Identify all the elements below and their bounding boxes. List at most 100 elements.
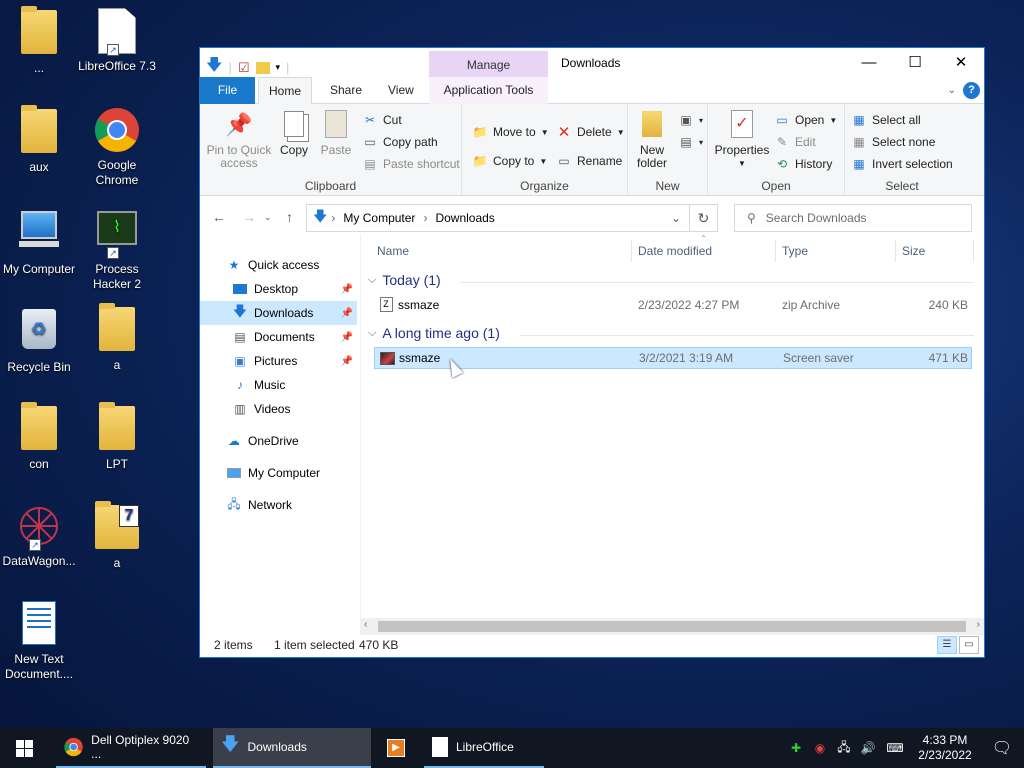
properties-button[interactable]: ✓ Properties ▼ bbox=[714, 108, 770, 170]
videos-icon: ▥ bbox=[234, 402, 246, 416]
tab-view[interactable]: View bbox=[378, 77, 424, 104]
desktop-icon-a[interactable]: a bbox=[78, 303, 156, 373]
sort-chevron-icon: ⌃ bbox=[700, 234, 707, 243]
scroll-right-arrow-icon[interactable]: › bbox=[977, 619, 980, 630]
start-button[interactable] bbox=[0, 728, 48, 768]
cut-button[interactable]: ✂ Cut bbox=[362, 112, 402, 128]
desktop-icon-dots[interactable]: ... bbox=[0, 6, 78, 76]
security-shield-icon[interactable]: ✚ bbox=[784, 741, 808, 755]
desktop-icon-libreoffice[interactable]: ↗ LibreOffice 7.3 bbox=[78, 8, 156, 74]
nav-onedrive[interactable]: ☁ OneDrive bbox=[200, 429, 357, 453]
nav-pictures[interactable]: ▣ Pictures 📌 bbox=[200, 349, 357, 373]
column-header-name[interactable]: Name bbox=[377, 236, 409, 266]
move-to-button[interactable]: 📁 Move to ▼ bbox=[472, 124, 549, 140]
taskbar-libreoffice[interactable]: LibreOffice bbox=[424, 728, 544, 768]
file-row[interactable]: Z ssmaze 2/23/2022 4:27 PM zip Archive 2… bbox=[374, 294, 972, 316]
edit-button[interactable]: ✎ Edit bbox=[774, 134, 816, 150]
desktop-icon-mycomputer[interactable]: My Computer bbox=[0, 207, 78, 277]
column-header-type[interactable]: Type bbox=[782, 236, 808, 266]
title-bar[interactable]: 🡇 | ☑ ▾ | Manage Downloads — ☐ ✕ bbox=[200, 48, 984, 77]
address-bar[interactable]: 🡇 › My Computer › Downloads ⌄ bbox=[306, 204, 690, 232]
search-box[interactable]: ⚲ bbox=[734, 204, 972, 232]
pin-icon[interactable]: 📌 bbox=[341, 308, 353, 319]
nav-documents[interactable]: ▤ Documents 📌 bbox=[200, 325, 357, 349]
group-header-today[interactable]: ⌵ Today (1) bbox=[368, 272, 441, 288]
desktop-icon-processhacker[interactable]: ⌇ ↗ Process Hacker 2 bbox=[78, 207, 156, 292]
tab-application-tools[interactable]: Application Tools bbox=[429, 77, 548, 104]
selection-size: 470 KB bbox=[359, 638, 399, 652]
manage-tab[interactable]: Manage bbox=[429, 51, 548, 77]
search-input[interactable] bbox=[765, 211, 946, 225]
easy-access-button[interactable]: ▤ ▾ bbox=[678, 134, 703, 150]
clock[interactable]: 4:33 PM 2/23/2022 bbox=[910, 733, 980, 763]
new-item-button[interactable]: ▣ ▾ bbox=[678, 112, 703, 128]
select-none-button[interactable]: ▦ Select none bbox=[851, 134, 935, 150]
nav-quick-access[interactable]: ★ Quick access bbox=[200, 253, 357, 277]
select-all-button[interactable]: ▦ Select all bbox=[851, 112, 920, 128]
paste-shortcut-button[interactable]: ▤ Paste shortcut bbox=[362, 156, 459, 172]
pin-icon[interactable]: 📌 bbox=[341, 356, 353, 367]
open-button[interactable]: ▭ Open ▼ bbox=[774, 112, 837, 128]
tab-home[interactable]: Home bbox=[258, 77, 313, 105]
properties-check-icon[interactable]: ☑ bbox=[238, 60, 250, 76]
notifications-icon[interactable]: 🗨 bbox=[980, 738, 1024, 758]
nav-network[interactable]: 🖧 Network bbox=[200, 493, 357, 517]
keyboard-icon[interactable]: ⌨ bbox=[880, 741, 910, 755]
volume-icon[interactable]: 🔊 bbox=[856, 741, 880, 755]
scrollbar-thumb[interactable] bbox=[378, 621, 966, 632]
recent-locations-chevron-icon[interactable]: ⌄ bbox=[264, 212, 272, 223]
chrome-tray-icon[interactable]: ◉ bbox=[808, 741, 832, 755]
large-icons-view-icon[interactable]: ▭ bbox=[959, 636, 979, 654]
breadcrumb-my-computer[interactable]: My Computer bbox=[343, 211, 415, 225]
new-folder-button[interactable]: New folder bbox=[632, 108, 672, 170]
nav-music[interactable]: ♪ Music bbox=[200, 373, 357, 397]
chevron-down-icon[interactable]: ⌄ bbox=[671, 211, 681, 225]
desktop-icon-chrome[interactable]: Google Chrome bbox=[78, 107, 156, 188]
taskbar-media-player[interactable]: ▶ bbox=[378, 728, 414, 768]
copy-button[interactable]: Copy bbox=[276, 108, 312, 157]
column-header-size[interactable]: Size bbox=[902, 236, 925, 266]
pin-icon[interactable]: 📌 bbox=[341, 284, 353, 295]
help-icon[interactable]: ? bbox=[963, 82, 980, 99]
group-header-long-ago[interactable]: ⌵ A long time ago (1) bbox=[368, 325, 500, 341]
minimize-button[interactable]: — bbox=[846, 48, 892, 77]
up-arrow-icon[interactable]: ↑ bbox=[286, 209, 293, 225]
desktop-icon-aux[interactable]: aux bbox=[0, 105, 78, 175]
file-row-selected[interactable]: ssmaze 3/2/2021 3:19 AM Screen saver 471… bbox=[374, 347, 972, 369]
desktop-icon-recyclebin[interactable]: ♻ Recycle Bin bbox=[0, 305, 78, 375]
copy-to-button[interactable]: 📁 Copy to ▼ bbox=[472, 153, 548, 169]
breadcrumb-downloads[interactable]: Downloads bbox=[435, 211, 494, 225]
desktop-icon-newtext[interactable]: New Text Document.... bbox=[0, 601, 78, 682]
history-button[interactable]: ⟲ History bbox=[774, 156, 832, 172]
desktop-icon-con[interactable]: con bbox=[0, 402, 78, 472]
network-tray-icon[interactable]: 🖧 bbox=[832, 738, 856, 759]
nav-downloads[interactable]: 🡇 Downloads 📌 bbox=[200, 301, 357, 325]
forward-arrow-icon[interactable]: → bbox=[242, 209, 256, 225]
desktop-icon-datawagon[interactable]: ↗ DataWagon... bbox=[0, 503, 78, 569]
chevron-down-icon[interactable]: ⌄ bbox=[948, 85, 956, 96]
tab-file[interactable]: File bbox=[200, 77, 255, 104]
pin-icon[interactable]: 📌 bbox=[341, 332, 353, 343]
pin-to-quick-access-button[interactable]: 📌 Pin to Quick access bbox=[206, 108, 272, 170]
tab-share[interactable]: Share bbox=[320, 77, 372, 104]
back-arrow-icon[interactable]: ← bbox=[212, 209, 226, 225]
desktop-icon-lpt[interactable]: LPT bbox=[78, 402, 156, 472]
desktop-icon-a-zip[interactable]: 7 a bbox=[78, 501, 156, 571]
copy-path-button[interactable]: ▭ Copy path bbox=[362, 134, 437, 150]
details-view-icon[interactable]: ☰ bbox=[937, 636, 957, 654]
paste-button[interactable]: Paste bbox=[318, 108, 354, 157]
nav-videos[interactable]: ▥ Videos bbox=[200, 397, 357, 421]
new-folder-icon[interactable] bbox=[255, 61, 270, 74]
taskbar-chrome[interactable]: Dell Optiplex 9020 ... bbox=[56, 728, 206, 768]
maximize-button[interactable]: ☐ bbox=[892, 48, 938, 77]
nav-my-computer[interactable]: My Computer bbox=[200, 461, 357, 485]
invert-selection-button[interactable]: ▦ Invert selection bbox=[851, 156, 952, 172]
refresh-button[interactable]: ↻ bbox=[690, 204, 718, 232]
nav-desktop[interactable]: Desktop 📌 bbox=[200, 277, 357, 301]
scroll-left-arrow-icon[interactable]: ‹ bbox=[364, 619, 367, 630]
rename-button[interactable]: ▭ Rename bbox=[556, 153, 622, 169]
close-button[interactable]: ✕ bbox=[938, 48, 984, 77]
taskbar-explorer-downloads[interactable]: 🡇 Downloads bbox=[213, 728, 371, 768]
delete-button[interactable]: ✕ Delete ▼ bbox=[556, 124, 625, 141]
chevron-down-icon[interactable]: ▾ bbox=[276, 62, 281, 73]
